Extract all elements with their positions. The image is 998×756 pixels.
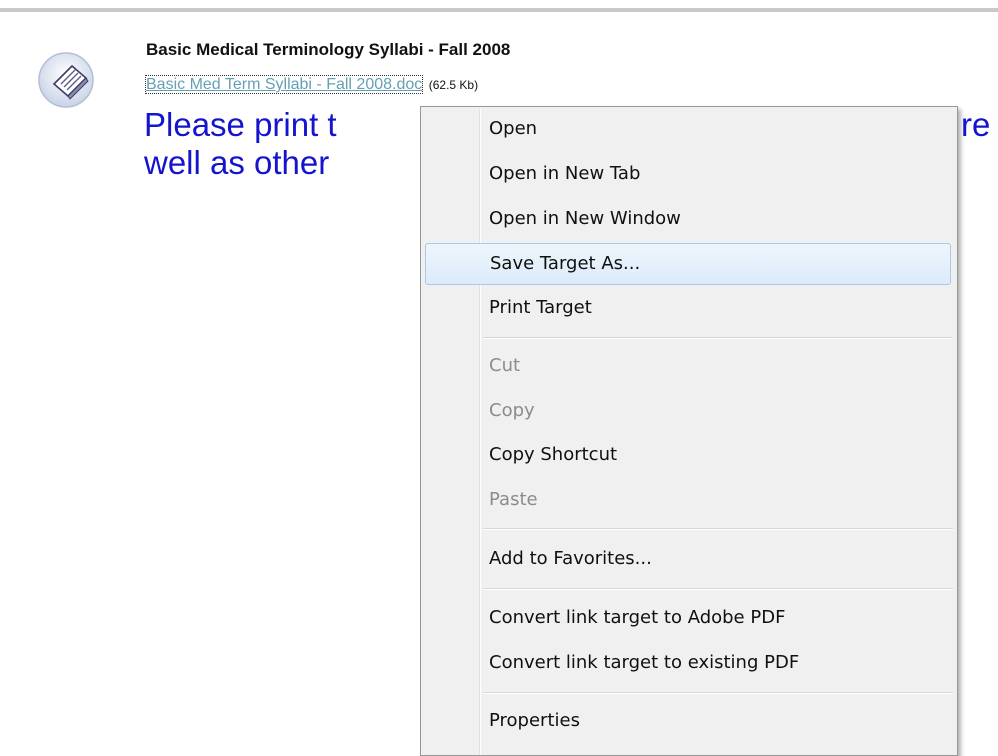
- menu-item-open-new-window[interactable]: Open in New Window: [425, 198, 951, 240]
- file-download-link[interactable]: Basic Med Term Syllabi - Fall 2008.doc: [144, 75, 424, 94]
- notice-line-1-right: re: [961, 106, 991, 143]
- menu-item-open-new-tab[interactable]: Open in New Tab: [425, 153, 951, 195]
- menu-separator: [483, 692, 953, 694]
- menu-item-add-to-favorites[interactable]: Add to Favorites...: [425, 538, 951, 580]
- document-title: Basic Medical Terminology Syllabi - Fall…: [146, 40, 511, 59]
- menu-item-convert-adobe-pdf[interactable]: Convert link target to Adobe PDF: [425, 597, 951, 639]
- file-size: (62.5 Kb): [428, 78, 479, 92]
- menu-item-convert-existing-pdf[interactable]: Convert link target to existing PDF: [425, 642, 951, 684]
- menu-item-open[interactable]: Open: [425, 108, 951, 150]
- file-row: Basic Med Term Syllabi - Fall 2008.doc (…: [144, 75, 479, 94]
- document-attachment-icon[interactable]: [34, 48, 104, 118]
- top-divider: [0, 8, 998, 12]
- menu-item-cut[interactable]: Cut: [425, 345, 951, 387]
- notice-line-1: Please print t: [144, 106, 337, 143]
- context-menu: Open Open in New Tab Open in New Window …: [420, 106, 958, 756]
- menu-item-print-target[interactable]: Print Target: [425, 287, 951, 329]
- menu-separator: [483, 588, 953, 590]
- menu-separator: [483, 337, 953, 339]
- menu-item-paste[interactable]: Paste: [425, 479, 951, 521]
- notice-line-2: well as other: [144, 144, 330, 181]
- menu-item-save-target-as[interactable]: Save Target As...: [425, 243, 951, 285]
- menu-separator: [483, 528, 953, 530]
- menu-item-properties[interactable]: Properties: [425, 700, 951, 742]
- menu-item-copy-shortcut[interactable]: Copy Shortcut: [425, 434, 951, 476]
- menu-item-copy[interactable]: Copy: [425, 390, 951, 432]
